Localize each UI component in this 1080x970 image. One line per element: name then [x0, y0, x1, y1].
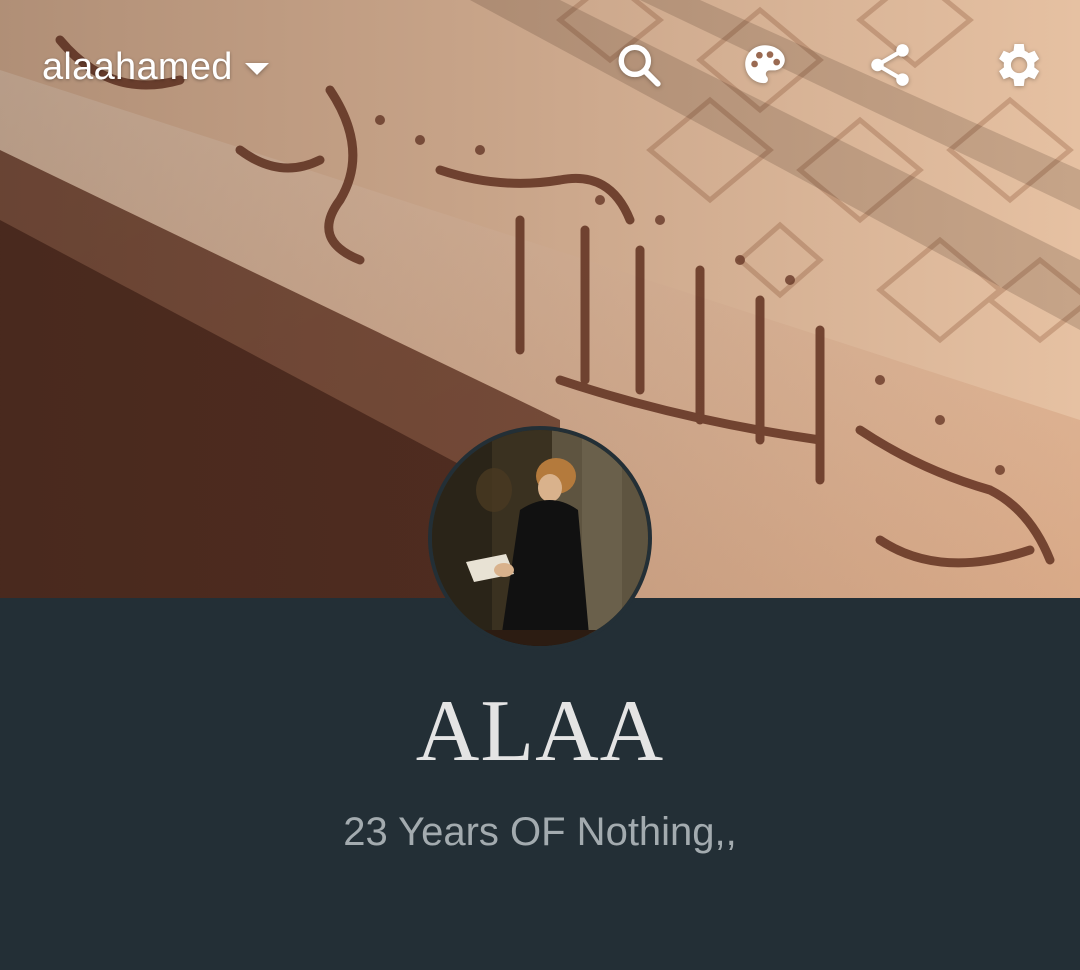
blog-description: 23 Years OF Nothing,, [343, 810, 737, 854]
blog-profile-screen: alaahamed ALAA 23 Years OF Nothing,, [0, 0, 1080, 970]
avatar[interactable] [428, 426, 652, 650]
top-bar: alaahamed [0, 0, 1080, 140]
palette-icon [745, 45, 785, 84]
settings-button[interactable] [988, 36, 1046, 94]
blog-name: alaahamed [42, 46, 233, 88]
share-button[interactable] [861, 36, 919, 94]
search-button[interactable] [610, 36, 668, 94]
caret-down-icon [244, 62, 269, 75]
blog-switcher[interactable]: alaahamed [42, 46, 269, 89]
share-icon [871, 44, 909, 86]
blog-title: ALAA [415, 683, 665, 780]
palette-button[interactable] [736, 36, 794, 94]
gear-icon [999, 44, 1040, 86]
avatar-image [432, 430, 648, 646]
search-icon [618, 44, 661, 87]
